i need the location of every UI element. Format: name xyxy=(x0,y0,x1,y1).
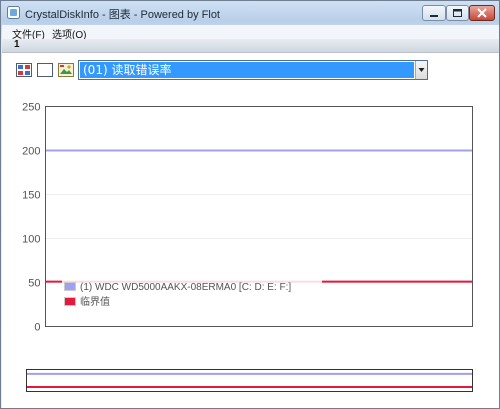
legend-label-drive: (1) WDC WD5000AAKX-08ERMA0 [C: D: E: F:] xyxy=(80,282,291,293)
main-chart: 0 50 100 150 200 250 (1) WDC WD5000AAKX-08ERM… xyxy=(22,102,473,334)
legend-label-threshold: 临界值 xyxy=(80,295,110,308)
y-tick-label: 50 xyxy=(28,278,40,290)
maximize-button[interactable] xyxy=(446,5,469,21)
attribute-select-value: (01) 读取错误率 xyxy=(80,62,414,78)
chevron-down-icon xyxy=(418,68,425,72)
legend-swatch-drive xyxy=(64,282,76,291)
y-tick-label: 150 xyxy=(22,190,40,202)
tab-1[interactable]: 1 xyxy=(14,39,20,50)
app-window: CrystalDiskInfo - 图表 - Powered by Flot 文… xyxy=(0,0,500,409)
y-tick-label: 250 xyxy=(22,102,40,114)
maximize-icon xyxy=(453,9,462,17)
image-export-icon[interactable] xyxy=(58,63,74,77)
minimize-icon xyxy=(430,15,438,17)
y-tick-label: 100 xyxy=(22,234,40,246)
y-tick-label: 0 xyxy=(34,322,40,334)
overview-frame xyxy=(26,369,473,392)
dropdown-button[interactable] xyxy=(415,61,427,79)
menu-bar: 文件(F) 选项(O) xyxy=(2,25,499,41)
tab-bar: 1 xyxy=(2,39,499,53)
y-tick-label: 200 xyxy=(22,146,40,158)
close-icon xyxy=(477,8,487,18)
attribute-select[interactable]: (01) 读取错误率 xyxy=(78,60,428,80)
blank-frame-icon[interactable] xyxy=(37,63,53,77)
chart-legend: (1) WDC WD5000AAKX-08ERMA0 [C: D: E: F:]… xyxy=(62,279,322,315)
app-icon xyxy=(7,6,20,19)
title-bar[interactable]: CrystalDiskInfo - 图表 - Powered by Flot xyxy=(1,1,499,25)
chart-colors-icon[interactable] xyxy=(16,63,32,77)
window-title: CrystalDiskInfo - 图表 - Powered by Flot xyxy=(25,9,220,21)
close-button[interactable] xyxy=(469,5,495,21)
overview-chart[interactable] xyxy=(1,366,499,396)
legend-swatch-threshold xyxy=(64,297,76,306)
minimize-button[interactable] xyxy=(422,5,446,21)
